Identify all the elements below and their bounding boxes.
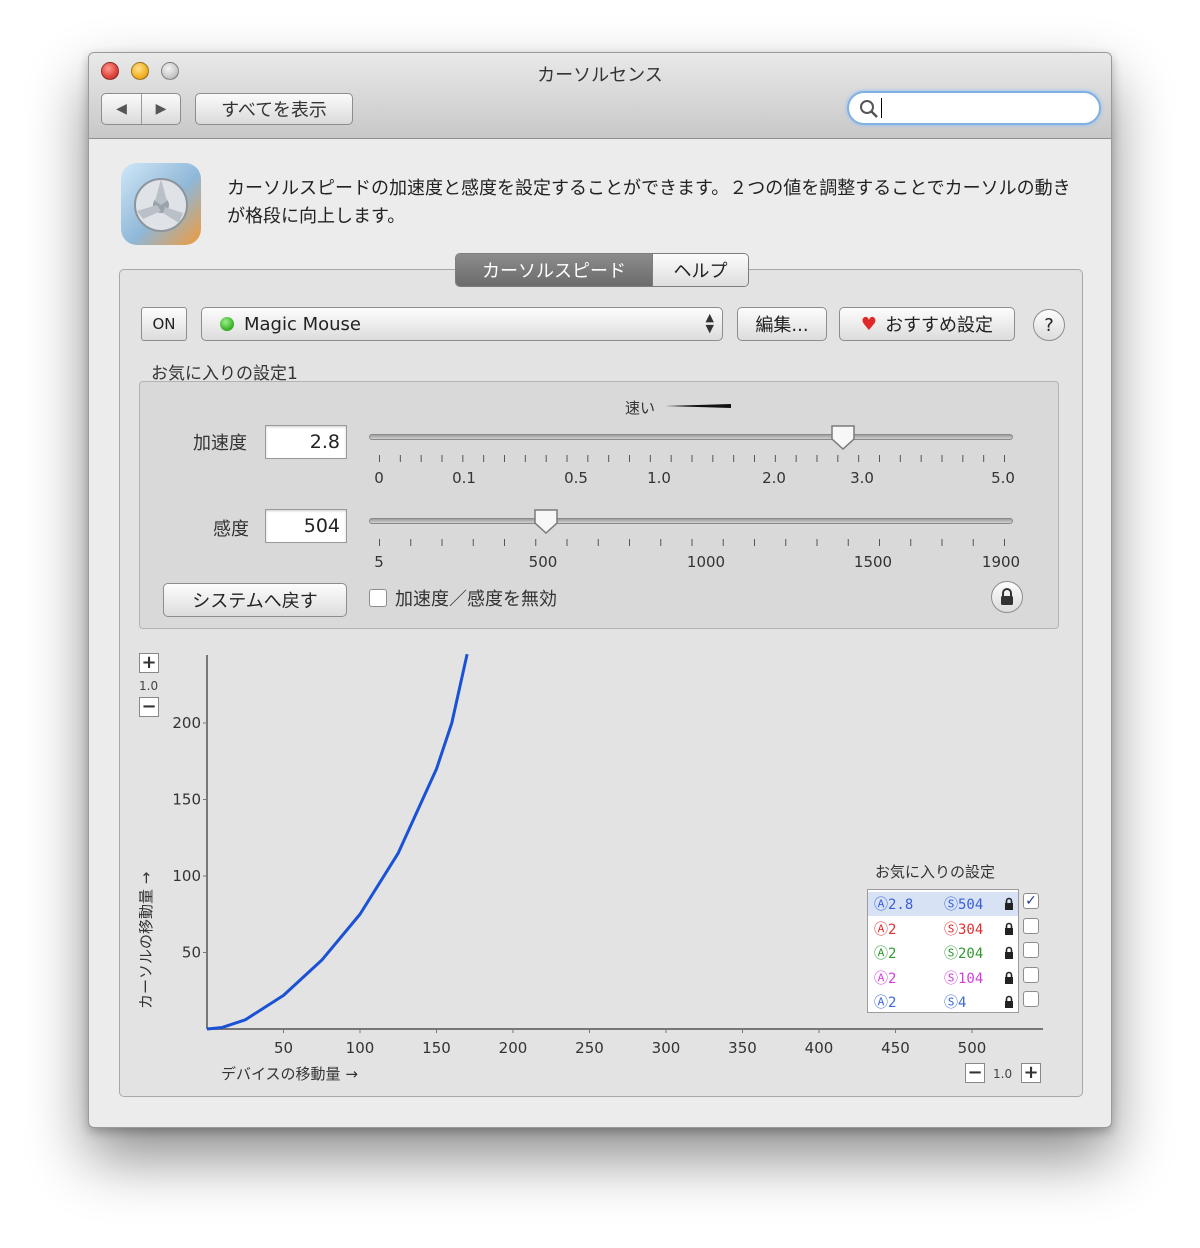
favorite-checkbox[interactable]: ✓ xyxy=(1023,893,1039,909)
favorite-row[interactable]: Ⓐ2 Ⓢ304 xyxy=(868,917,1018,941)
favorite-acceleration: Ⓐ2 xyxy=(874,995,897,1011)
acceleration-tick-label: 0.1 xyxy=(452,469,476,487)
favorites-list: Ⓐ2.8 Ⓢ504 Ⓐ2 Ⓢ304 Ⓐ2 Ⓢ204 Ⓐ2 Ⓢ104 Ⓐ2 Ⓢ4 xyxy=(867,889,1019,1013)
on-toggle-button[interactable]: ON xyxy=(141,307,187,341)
favorite-sensitivity: Ⓢ104 xyxy=(944,970,984,987)
recommended-settings-button[interactable]: ♥ おすすめ設定 xyxy=(839,307,1015,341)
x-tick-label: 450 xyxy=(881,1039,910,1057)
lock-icon xyxy=(1005,897,1013,910)
lock-icon xyxy=(1001,588,1013,605)
acceleration-slider-track[interactable] xyxy=(369,434,1013,440)
y-tick-label: 150 xyxy=(172,791,201,809)
lock-icon xyxy=(1005,995,1013,1008)
sensitivity-field[interactable]: 504 xyxy=(265,509,347,543)
y-axis-label: カーソルの移動量 → xyxy=(139,872,155,1009)
x-axis-label: デバイスの移動量 → xyxy=(221,1065,358,1083)
favorite-row[interactable]: Ⓐ2 Ⓢ4 xyxy=(868,990,1018,1014)
edit-button[interactable]: 編集... xyxy=(737,307,827,341)
favorite-acceleration: Ⓐ2 xyxy=(874,970,897,987)
reset-to-system-button[interactable]: システムへ戻す xyxy=(163,583,347,617)
disable-checkbox[interactable] xyxy=(369,589,387,607)
speed-wedge-icon xyxy=(665,404,731,408)
preferences-window: カーソルセンス ◀ ▶ すべてを表示 カーソルスピードの加速度と感度を設定するこ… xyxy=(88,52,1112,1128)
x-tick-label: 300 xyxy=(652,1039,681,1057)
favorite-sensitivity: Ⓢ304 xyxy=(944,921,984,938)
y-tick-label: 50 xyxy=(182,944,201,962)
favorite-checkbox[interactable] xyxy=(1023,942,1039,958)
acceleration-tick-label: 1.0 xyxy=(647,469,671,487)
favorite-row[interactable]: Ⓐ2 Ⓢ104 xyxy=(868,966,1018,990)
sensitivity-label: 感度 xyxy=(213,519,249,540)
description-text: カーソルスピードの加速度と感度を設定することができます。２つの値を調整することで… xyxy=(227,178,1071,227)
acceleration-tick-label: 2.0 xyxy=(762,469,786,487)
lock-button[interactable] xyxy=(991,581,1023,613)
favorite-checkbox[interactable] xyxy=(1023,966,1039,983)
help-button[interactable]: ? xyxy=(1033,309,1065,341)
sensitivity-slider-thumb[interactable] xyxy=(532,507,560,535)
window-title: カーソルセンス xyxy=(537,65,663,86)
x-tick-label: 100 xyxy=(346,1039,375,1057)
lock-icon xyxy=(1005,946,1013,959)
acceleration-ticks xyxy=(379,455,1005,462)
tab-cursor-speed[interactable]: カーソルスピード xyxy=(456,254,652,286)
favorite-acceleration: Ⓐ2 xyxy=(874,921,897,938)
acceleration-tick-label: 3.0 xyxy=(850,469,874,487)
acceleration-curve xyxy=(206,653,469,1031)
show-all-button[interactable]: すべてを表示 xyxy=(195,93,353,125)
forward-button[interactable]: ▶ xyxy=(140,94,180,124)
device-popup[interactable]: Magic Mouse ▲ ▼ xyxy=(201,307,723,341)
favorites-title: お気に入りの設定 xyxy=(875,863,996,881)
favorite-acceleration: Ⓐ2.8 xyxy=(874,897,914,913)
favorite-sensitivity: Ⓢ504 xyxy=(944,897,984,913)
title-bar: カーソルセンス ◀ ▶ すべてを表示 xyxy=(89,53,1111,139)
fast-label: 速い xyxy=(625,399,656,417)
x-tick-label: 200 xyxy=(499,1039,528,1057)
sensitivity-slider-track[interactable] xyxy=(369,518,1013,524)
favorite-acceleration: Ⓐ2 xyxy=(874,946,897,962)
app-icon xyxy=(121,163,201,245)
disable-checkbox-label: 加速度／感度を無効 xyxy=(395,589,557,610)
x-tick-label: 400 xyxy=(805,1039,834,1057)
sensitivity-tick-label: 1000 xyxy=(686,553,726,571)
y-tick-label: 200 xyxy=(172,714,201,732)
acceleration-tick-label: 0.5 xyxy=(564,469,588,487)
x-tick-label: 350 xyxy=(728,1039,757,1057)
acceleration-field[interactable]: 2.8 xyxy=(265,425,347,459)
tab-help[interactable]: ヘルプ xyxy=(652,254,748,286)
sensitivity-tick-label: 5 xyxy=(374,553,384,571)
search-field[interactable] xyxy=(847,91,1101,125)
disable-checkbox-row[interactable]: 加速度／感度を無効 xyxy=(369,585,557,611)
y-tick-label: 100 xyxy=(172,867,201,885)
acceleration-slider-thumb[interactable] xyxy=(829,423,857,451)
popup-arrows-icon: ▲ ▼ xyxy=(705,311,714,335)
acceleration-tick-label: 0 xyxy=(374,469,384,487)
x-tick-label: 500 xyxy=(958,1039,987,1057)
favorite-checkbox[interactable] xyxy=(1023,991,1039,1007)
lock-icon xyxy=(1005,971,1013,984)
acceleration-tick-label: 5.0 xyxy=(991,469,1015,487)
back-button[interactable]: ◀ xyxy=(102,94,141,124)
sensitivity-tick-label: 500 xyxy=(528,553,558,571)
nav-button-group: ◀ ▶ xyxy=(101,93,181,125)
search-icon xyxy=(860,100,878,118)
lock-icon xyxy=(1005,922,1013,935)
device-name: Magic Mouse xyxy=(244,313,362,335)
favorite-sensitivity: Ⓢ4 xyxy=(944,995,967,1011)
favorite-row[interactable]: Ⓐ2.8 Ⓢ504 xyxy=(868,892,1018,916)
sensitivity-ticks xyxy=(379,539,1005,546)
device-status-icon xyxy=(220,317,234,331)
text-caret xyxy=(881,98,882,118)
x-tick-label: 150 xyxy=(422,1039,451,1057)
sensitivity-tick-label: 1500 xyxy=(853,553,893,571)
favorite-row[interactable]: Ⓐ2 Ⓢ204 xyxy=(868,941,1018,965)
x-tick-label: 50 xyxy=(274,1039,293,1057)
heart-icon: ♥ xyxy=(860,313,878,335)
sensitivity-tick-label: 1900 xyxy=(981,553,1021,571)
favorite-sensitivity: Ⓢ204 xyxy=(944,946,984,962)
recommended-settings-label: おすすめ設定 xyxy=(885,315,994,336)
favorite-checkbox[interactable] xyxy=(1023,917,1039,934)
acceleration-label: 加速度 xyxy=(193,433,247,454)
x-tick-label: 250 xyxy=(575,1039,604,1057)
tab-bar: カーソルスピード ヘルプ xyxy=(455,253,749,287)
